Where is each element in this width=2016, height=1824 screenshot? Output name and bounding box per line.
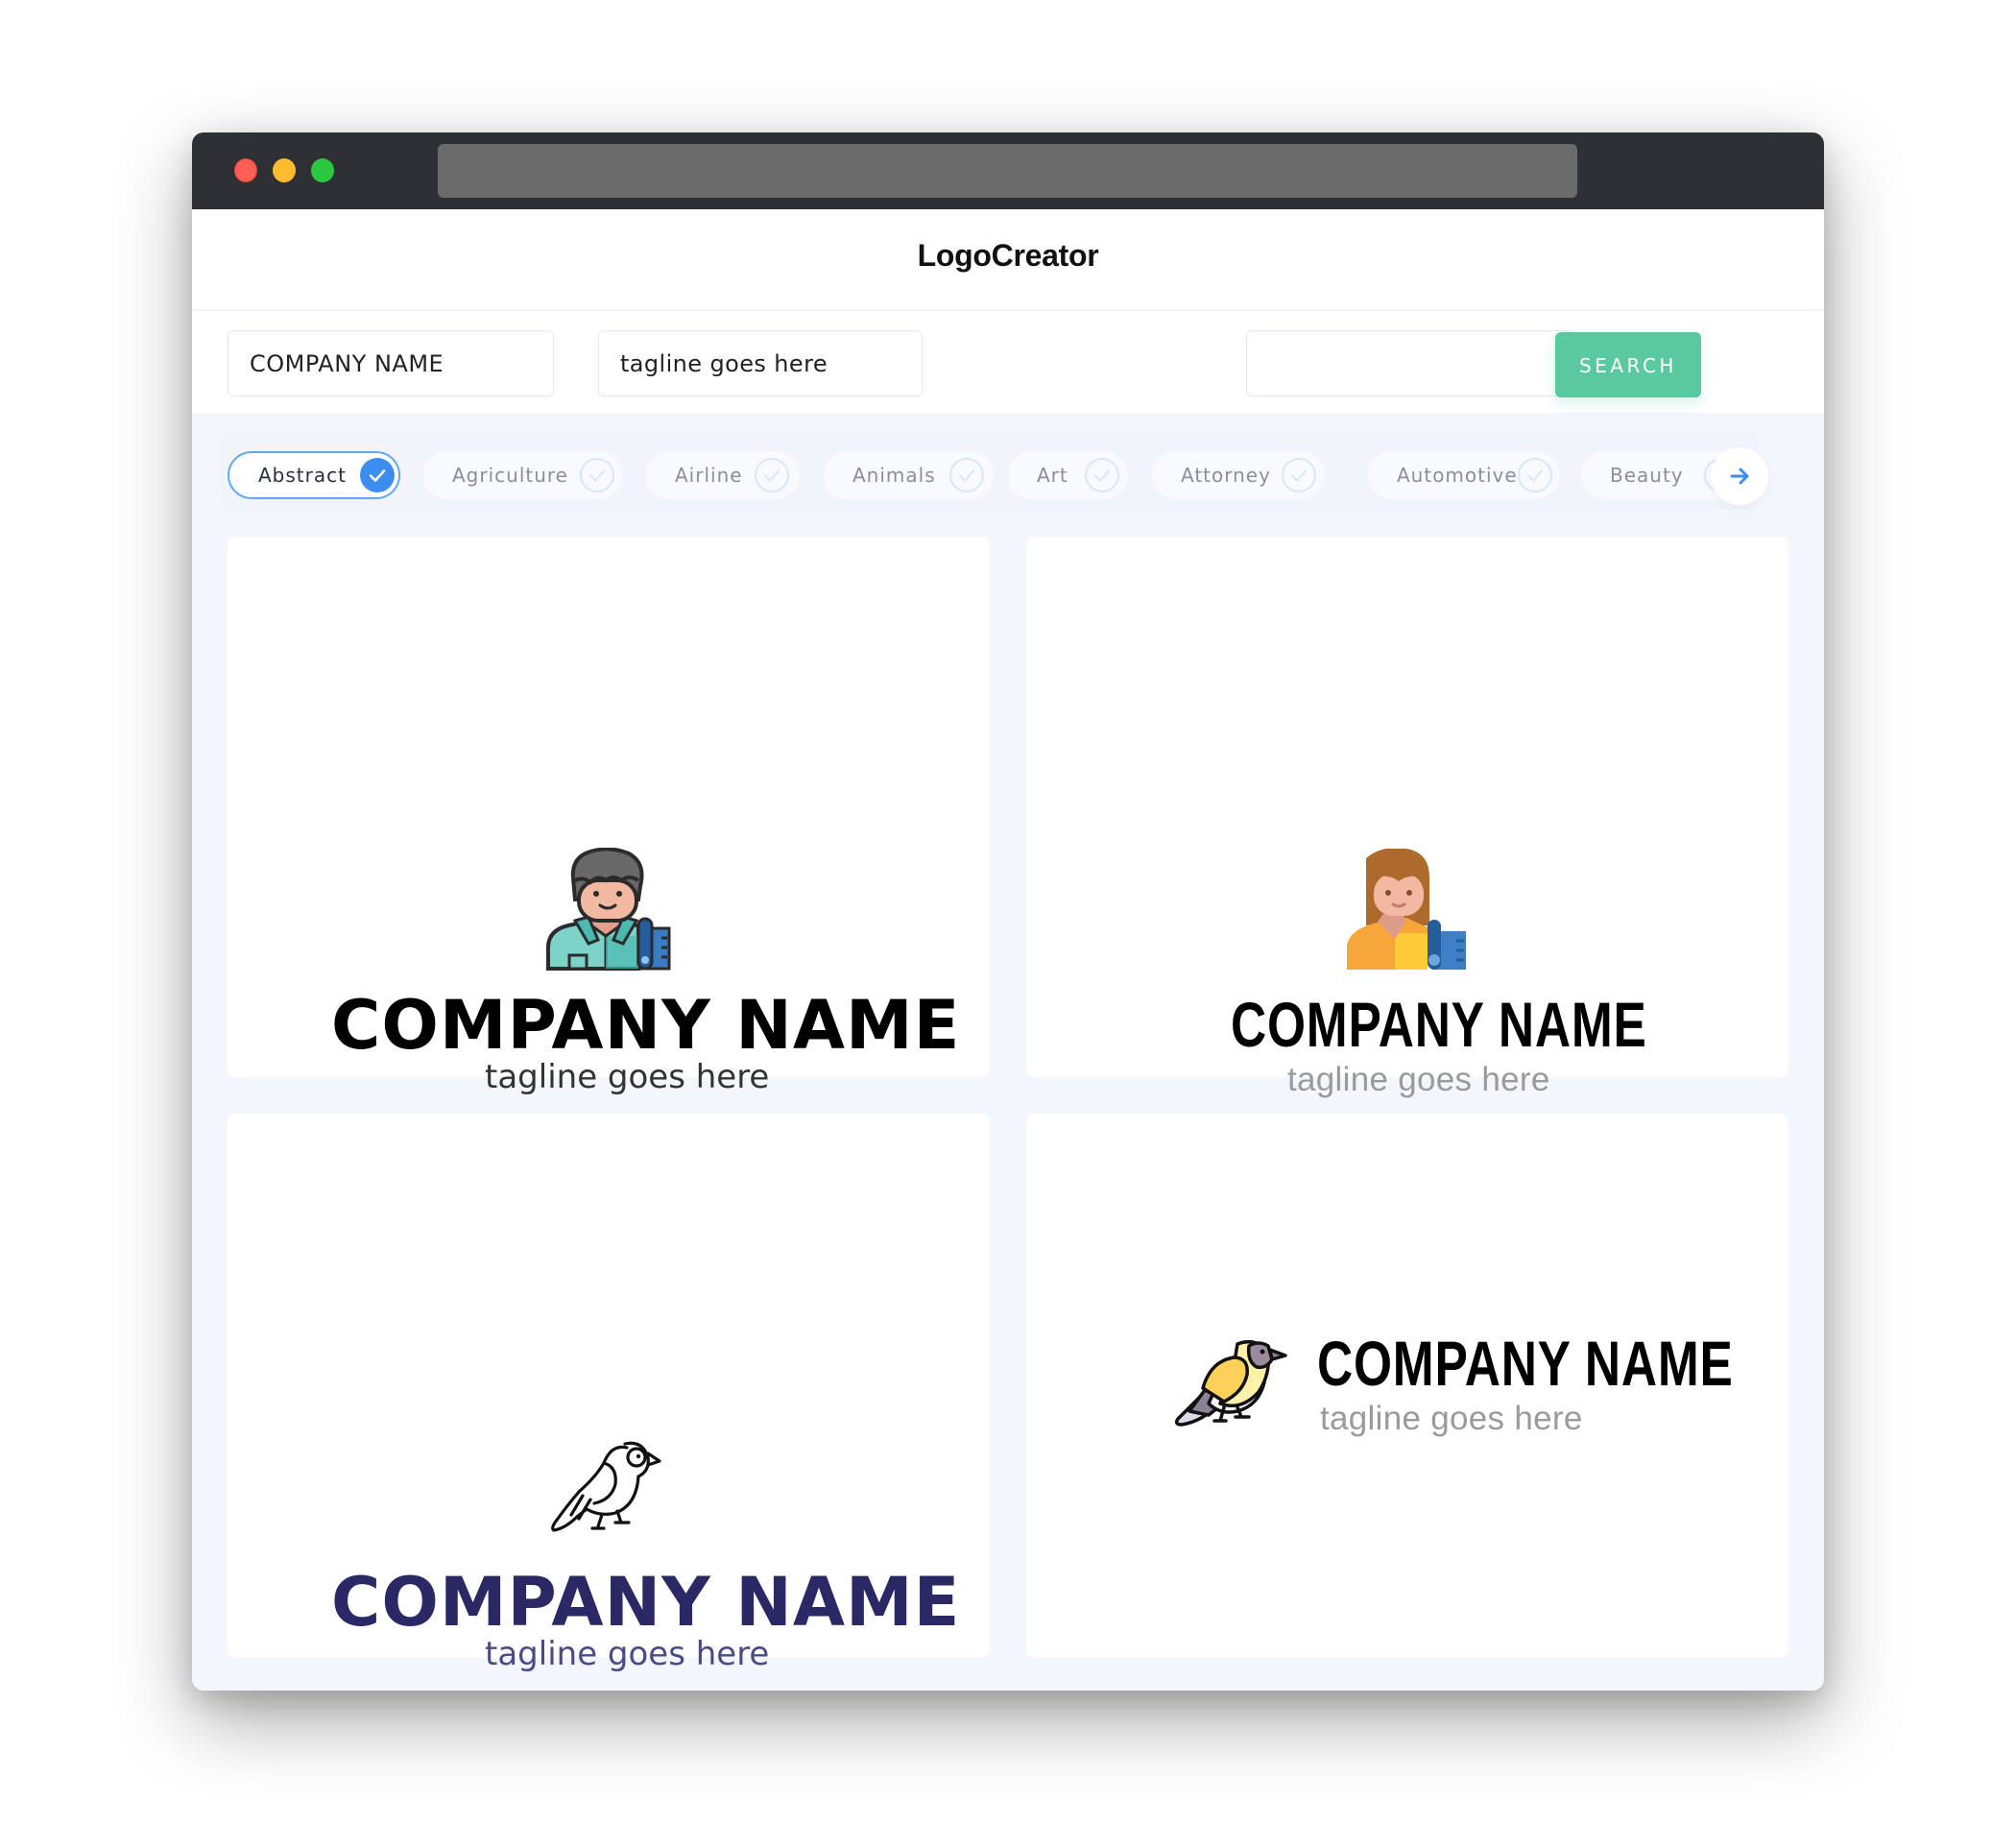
female-tailor-icon bbox=[1347, 849, 1466, 970]
minimize-window-button[interactable] bbox=[273, 158, 296, 182]
company-name-text: COMPANY NAME bbox=[1231, 989, 1647, 1060]
company-name-input[interactable] bbox=[228, 330, 554, 396]
check-icon bbox=[1085, 458, 1119, 492]
category-label: Agriculture bbox=[452, 464, 568, 487]
check-icon bbox=[1282, 458, 1316, 492]
site-header: LogoCreator bbox=[192, 209, 1824, 309]
category-chip-attorney[interactable]: Attorney bbox=[1152, 451, 1325, 499]
keyword-input[interactable] bbox=[1246, 330, 1572, 396]
category-label: Abstract bbox=[258, 464, 347, 487]
category-chip-agriculture[interactable]: Agriculture bbox=[423, 451, 623, 499]
category-label: Animals bbox=[852, 464, 936, 487]
tagline-text: tagline goes here bbox=[485, 1058, 770, 1096]
check-icon bbox=[360, 458, 395, 492]
category-label: Art bbox=[1037, 464, 1068, 487]
tagline-text: tagline goes here bbox=[485, 1635, 770, 1673]
logo-card[interactable]: COMPANY NAME tagline goes here bbox=[228, 1114, 990, 1673]
browser-window: LogoCreator SEARCH Abstract Agriculture … bbox=[192, 132, 1824, 1691]
tagline-text: tagline goes here bbox=[1320, 1400, 1583, 1437]
tagline-input[interactable] bbox=[598, 330, 923, 396]
category-chip-airline[interactable]: Airline bbox=[646, 451, 800, 499]
company-name-text: COMPANY NAME bbox=[1317, 1328, 1734, 1399]
category-label: Attorney bbox=[1181, 464, 1271, 487]
category-chip-abstract[interactable]: Abstract bbox=[228, 451, 400, 499]
check-icon bbox=[755, 458, 789, 492]
check-icon bbox=[1518, 458, 1552, 492]
category-label: Airline bbox=[675, 464, 743, 487]
category-chip-art[interactable]: Art bbox=[1008, 451, 1128, 499]
logo-card[interactable]: COMPANY NAME tagline goes here bbox=[1026, 537, 1788, 1098]
brand-logo[interactable]: LogoCreator bbox=[192, 238, 1824, 274]
male-tailor-icon bbox=[546, 848, 671, 971]
logo-card[interactable]: COMPANY NAME tagline goes here bbox=[1026, 1114, 1788, 1657]
search-bar: SEARCH bbox=[192, 311, 1824, 413]
maximize-window-button[interactable] bbox=[311, 158, 334, 182]
title-bar bbox=[192, 132, 1824, 209]
company-name-text: COMPANY NAME bbox=[331, 1563, 961, 1642]
address-bar[interactable] bbox=[438, 144, 1577, 198]
category-label: Beauty bbox=[1610, 464, 1684, 487]
close-window-button[interactable] bbox=[234, 158, 257, 182]
arrow-right-icon bbox=[1730, 468, 1749, 485]
category-chip-animals[interactable]: Animals bbox=[824, 451, 994, 499]
check-icon bbox=[949, 458, 984, 492]
logo-card[interactable]: COMPANY NAME tagline goes here bbox=[228, 537, 990, 1096]
company-name-text: COMPANY NAME bbox=[331, 986, 961, 1065]
search-button[interactable]: SEARCH bbox=[1555, 332, 1701, 397]
bird-color-icon bbox=[1174, 1340, 1287, 1427]
next-categories-button[interactable] bbox=[1711, 447, 1768, 505]
category-filter: Abstract Agriculture Airline Animals Art bbox=[192, 413, 1824, 518]
bird-outline-icon bbox=[551, 1441, 661, 1532]
check-icon bbox=[580, 458, 614, 492]
tagline-text: tagline goes here bbox=[1287, 1061, 1550, 1098]
category-chip-automotive[interactable]: Automotive bbox=[1368, 451, 1560, 499]
category-label: Automotive bbox=[1397, 464, 1518, 487]
